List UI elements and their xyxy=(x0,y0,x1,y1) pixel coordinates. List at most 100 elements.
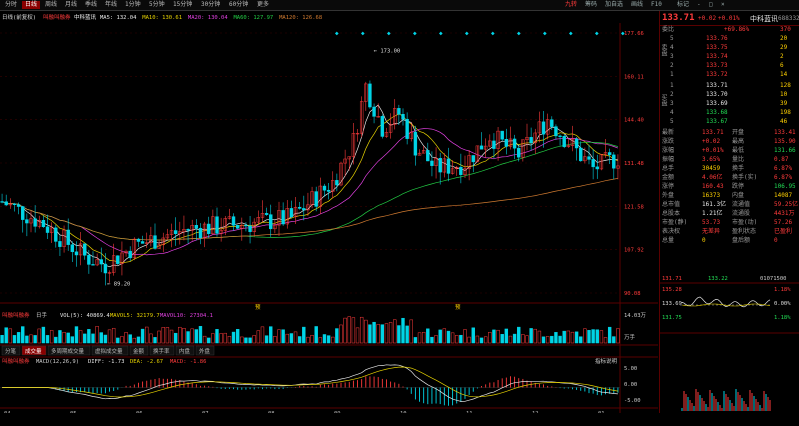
price-axis-label: 177.66 xyxy=(624,31,644,37)
volume-bar xyxy=(4,327,8,344)
toolbar-window-control-6[interactable]: - xyxy=(697,1,701,9)
volume-bar xyxy=(165,327,170,344)
price-axis-label: 107.92 xyxy=(624,248,644,254)
volume-bar xyxy=(401,317,405,344)
buy-level: 2 xyxy=(670,91,674,98)
candle-body xyxy=(579,147,583,162)
volume-bar xyxy=(554,332,558,344)
indicator-tab-6: 内盘 xyxy=(179,347,191,355)
volume-bar xyxy=(269,326,273,344)
buy-row: 5 133.67 46 xyxy=(662,118,798,125)
toolbar-window-control-5[interactable]: 标记 xyxy=(677,1,689,9)
high-price-marker: ← 173.00 xyxy=(374,48,401,54)
tab-5[interactable]: 年线 xyxy=(102,1,120,9)
volume-bar xyxy=(442,328,447,344)
buy-row: 2 133.70 10 xyxy=(662,91,798,98)
mini-axis-left: 133.69 xyxy=(662,301,682,307)
tab-9[interactable]: 30分钟 xyxy=(198,1,223,9)
sell-level: 4 xyxy=(670,44,674,51)
volume-bar xyxy=(231,331,236,344)
quote-panel: 133.71 +0.02 +0.01% 中科蓝讯 688332 委比 +69.86… xyxy=(659,11,799,413)
tab-0[interactable]: 分时 xyxy=(2,1,20,9)
volume-bar xyxy=(331,336,335,344)
sell-row: 1 133.72 14 xyxy=(662,71,798,78)
buy-row: 1 133.71 128 xyxy=(662,82,798,89)
weibi-value: +69.86% xyxy=(724,26,750,33)
tab-8[interactable]: 15分钟 xyxy=(170,1,195,9)
candle-body xyxy=(554,126,558,137)
ma60-line xyxy=(1,141,618,241)
toolbar-tool-0[interactable]: 九转 xyxy=(565,1,577,9)
tab-6[interactable]: 1分钟 xyxy=(122,1,144,9)
volume-bar xyxy=(355,327,360,344)
candle-body xyxy=(281,210,285,225)
volume-bar xyxy=(310,335,314,344)
stat-value: 6.87% xyxy=(774,165,793,172)
buy-row: 4 133.68 198 xyxy=(662,109,798,116)
candle-body xyxy=(231,216,236,226)
volume-bar xyxy=(508,335,513,344)
volume-bar xyxy=(322,334,327,344)
toolbar-tool-4[interactable]: F10 xyxy=(651,1,662,9)
volume-bar xyxy=(492,329,496,344)
volume-bar xyxy=(285,333,289,344)
volume-bar xyxy=(49,330,54,344)
intraday-mini-chart[interactable]: 131.71 133.22 01071500 135.28 133.69 131.75 1.… xyxy=(660,273,799,413)
candle-body xyxy=(128,250,132,259)
stat-row: 振幅 3.65% 量比 0.87 xyxy=(662,156,798,163)
volume-bar xyxy=(521,334,525,344)
toolbar-tool-2[interactable]: 加自选 xyxy=(605,1,623,9)
toolbar-window-control-8[interactable]: × xyxy=(721,1,725,9)
candle-body xyxy=(21,206,25,220)
tab-11[interactable]: 更多 xyxy=(254,1,272,9)
kline-chart[interactable]: 日线(前复权) 叫融叫融券 中科蓝讯 MA5: 132.04 MA10: 130.61 M… xyxy=(0,11,658,417)
sell-volume: 20 xyxy=(780,35,788,42)
volume-bar xyxy=(306,336,310,344)
macd-value: MACD: -1.86 xyxy=(170,359,206,365)
toolbar-window-control-7[interactable]: □ xyxy=(709,1,713,9)
stat-label: 内盘 xyxy=(732,192,745,199)
buy-price: 133.67 xyxy=(706,118,728,125)
mini-open: 131.71 xyxy=(662,276,682,282)
signal-diamond: ◆ xyxy=(387,30,391,37)
chart-area[interactable]: 日线(前复权) 叫融叫融券 中科蓝讯 MA5: 132.04 MA10: 130.61 M… xyxy=(0,11,658,417)
candle-body xyxy=(500,130,504,140)
margin-tag: 叫融叫融券 xyxy=(43,13,71,21)
volume-bar xyxy=(289,333,294,344)
volume-bar xyxy=(409,319,413,344)
sell-row: 2 133.73 6 xyxy=(662,62,798,69)
tab-7[interactable]: 5分钟 xyxy=(146,1,168,9)
candle-body xyxy=(512,138,517,149)
toolbar-tool-1[interactable]: 筹码 xyxy=(585,1,597,9)
candle-body xyxy=(401,114,405,120)
indicator-tab-1: 成交量 xyxy=(25,347,42,355)
toolbar-tool-3[interactable]: 画线 xyxy=(631,1,643,9)
tab-1[interactable]: 日线 xyxy=(22,1,41,9)
stat-label: 涨停 xyxy=(662,183,675,190)
tab-3[interactable]: 月线 xyxy=(62,1,80,9)
stat-value: 1.21亿 xyxy=(702,210,723,217)
volume-bar xyxy=(173,332,178,344)
volume-bar xyxy=(186,331,190,344)
volume-bar xyxy=(500,334,504,344)
volume-bar xyxy=(450,332,455,344)
mini-axis-left: 131.75 xyxy=(662,315,682,321)
candle-body xyxy=(492,140,496,149)
candle-body xyxy=(198,227,203,239)
tab-2[interactable]: 周线 xyxy=(42,1,60,9)
volume-bar xyxy=(153,337,157,344)
chart-stock-name: 中科蓝讯 xyxy=(74,13,97,21)
top-toolbar: 分时 日线 周线 月线 季线 年线 1分钟 5分钟 15分钟 30分钟 60分钟 更多 九转 筹码 加自选画… xyxy=(0,0,799,11)
tab-10[interactable]: 60分钟 xyxy=(226,1,251,9)
volume-bar xyxy=(587,330,591,344)
stat-value: 53.73 xyxy=(702,219,721,226)
volume-bar xyxy=(579,336,583,344)
candle-body xyxy=(0,201,4,203)
volume-bar xyxy=(235,329,240,344)
tab-4[interactable]: 季线 xyxy=(82,1,100,9)
stat-value: 16373 xyxy=(702,192,721,199)
candle-body xyxy=(269,214,273,230)
stat-row: 市盈(静) 53.73 市盈(动) 57.26 xyxy=(662,219,798,226)
candle-body xyxy=(368,83,372,108)
signal-diamond: ◆ xyxy=(569,30,573,37)
